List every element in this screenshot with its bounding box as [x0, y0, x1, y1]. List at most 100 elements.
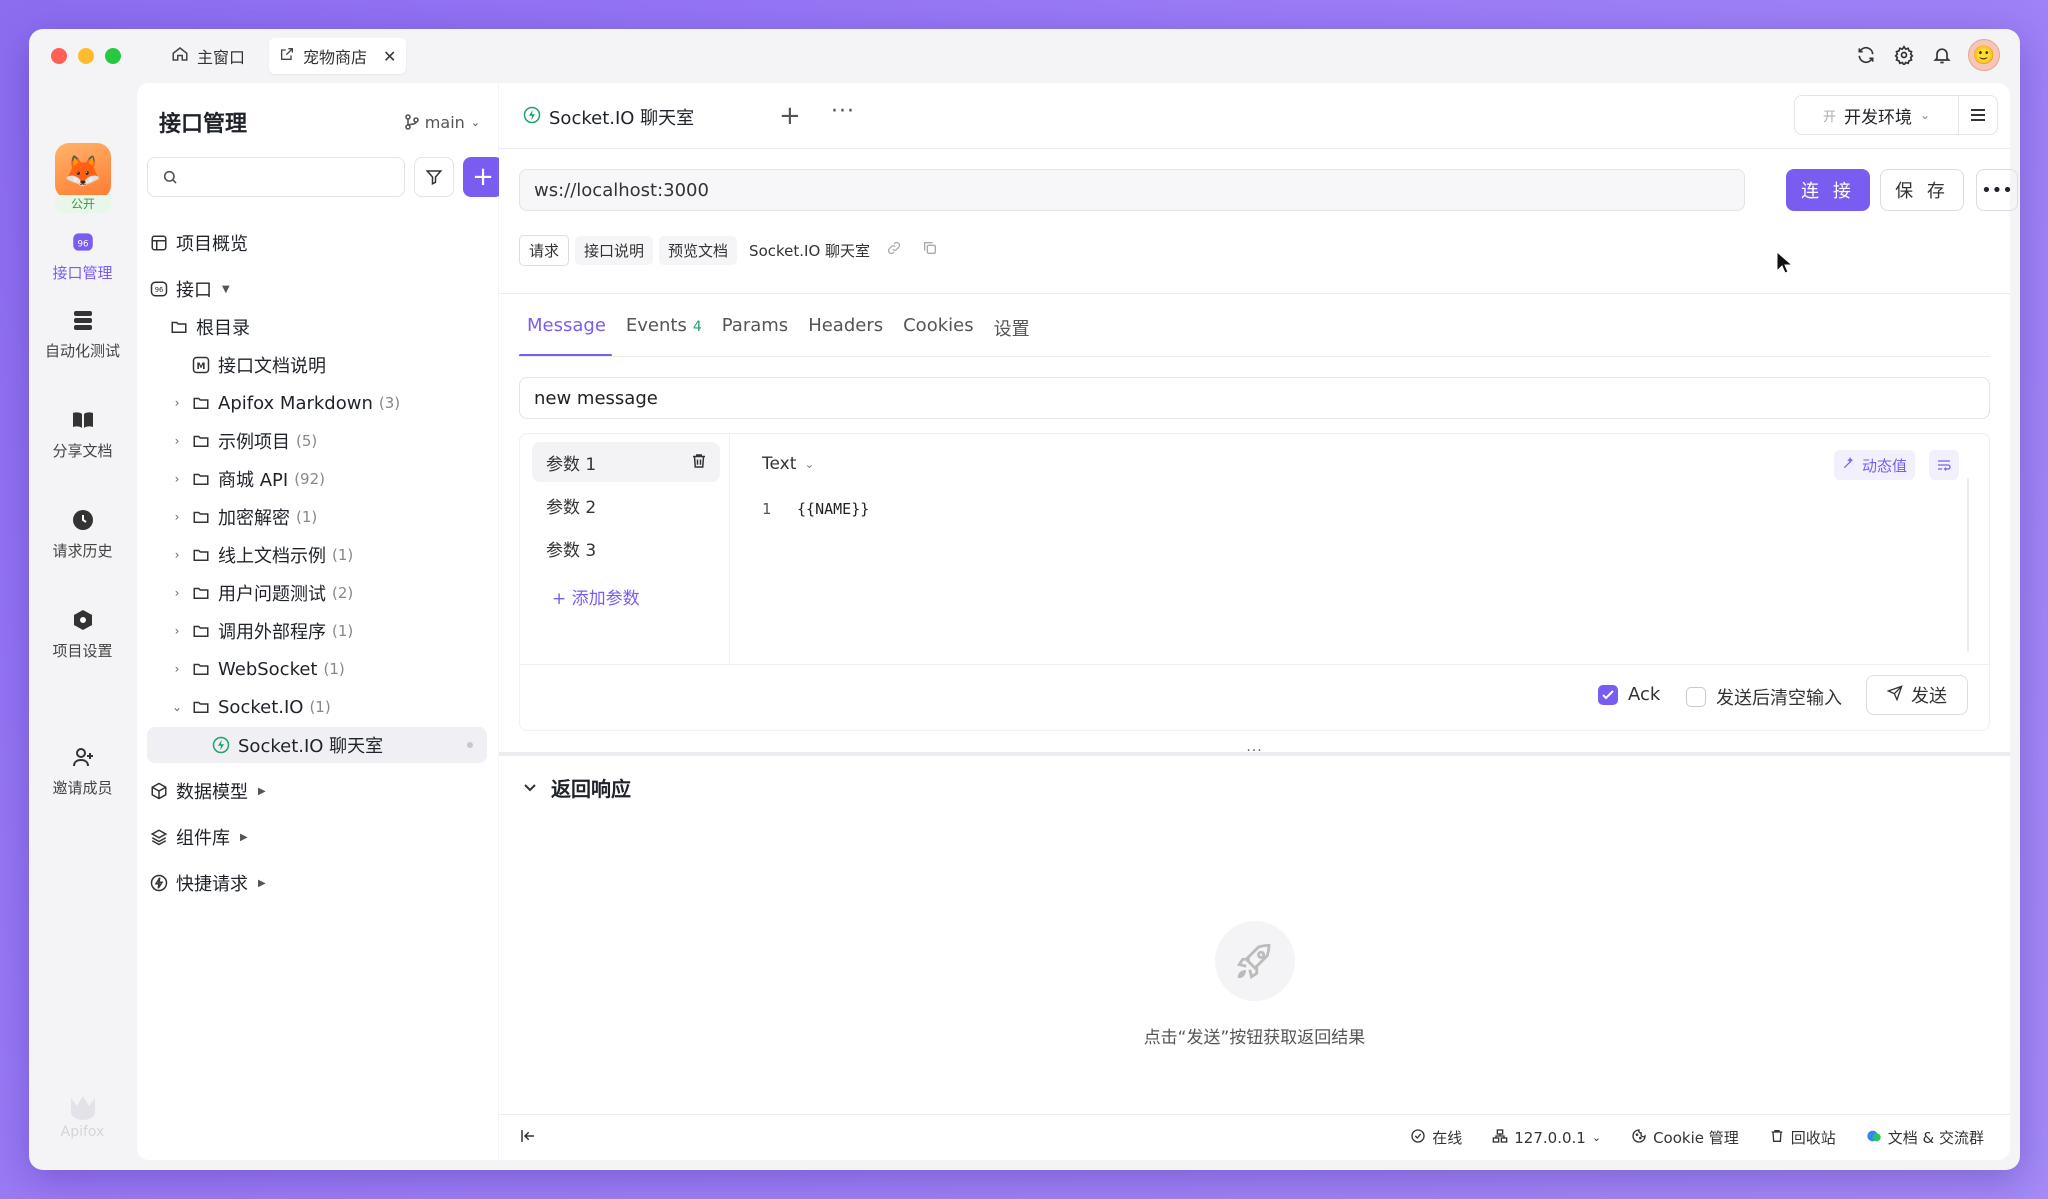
tree-folder[interactable]: › WebSocket (1) [169, 651, 345, 687]
window-controls [51, 48, 121, 64]
rail-item-automation[interactable]: 自动化测试 [29, 306, 136, 361]
chevron-right-icon: › [174, 396, 180, 410]
online-status[interactable]: 在线 [1410, 1127, 1462, 1148]
network-selector[interactable]: 127.0.0.1 ⌄ [1492, 1127, 1601, 1148]
user-avatar[interactable]: 🙂 [1968, 39, 2000, 71]
url-input[interactable]: ws://localhost:3000 [519, 169, 1745, 211]
tab-message[interactable]: Message [519, 315, 618, 357]
resize-handle[interactable]: ··· [499, 743, 2010, 759]
search-input[interactable] [186, 167, 386, 187]
link-icon[interactable] [886, 240, 902, 260]
tree-folder[interactable]: › 商城 API (92) [169, 461, 325, 497]
panel-splitter[interactable] [499, 752, 2010, 756]
message-tabs: Message Events 4 Params Headers Cookies 设… [519, 315, 1042, 357]
code-editor[interactable]: Text ⌄ 动态值 1 {{NAME}} [730, 434, 1969, 664]
save-button[interactable]: 保 存 [1880, 169, 1964, 211]
tree-folder[interactable]: ⌄ Socket.IO (1) [169, 689, 331, 725]
magic-wand-icon [1842, 456, 1856, 474]
tree-section-quick-request[interactable]: 快捷请求 ▶ [149, 865, 266, 901]
tab-cookies[interactable]: Cookies [895, 315, 985, 355]
rail-item-share-docs[interactable]: 分享文档 [29, 406, 136, 461]
svg-text:M: M [197, 362, 206, 372]
tab-settings[interactable]: 设置 [986, 315, 1042, 355]
rail-item-invite-members[interactable]: 邀请成员 [29, 743, 136, 798]
status-bar: 在线 127.0.0.1 ⌄ Cookie 管理 回收站 文档 & 交流群 [499, 1114, 2010, 1160]
environment-selector[interactable]: 开 开发环境 ⌄ [1794, 95, 1998, 135]
editor-scrollbar[interactable] [1967, 478, 1969, 652]
window-tab-home[interactable]: 主窗口 [161, 38, 255, 74]
window-tab-pet-store[interactable]: 宠物商店 ✕ [269, 38, 407, 74]
subtab-request[interactable]: 请求 [519, 234, 570, 266]
close-window-button[interactable] [51, 48, 67, 64]
tree-folder[interactable]: › 用户问题测试 (2) [169, 575, 354, 611]
tree-folder[interactable]: › 示例项目 (5) [169, 423, 318, 459]
content-type-select[interactable]: Text ⌄ [762, 454, 814, 474]
new-tab-button[interactable]: + [779, 101, 801, 131]
send-button[interactable]: 发送 [1866, 675, 1968, 715]
tree-item-api[interactable]: 96 接口 ▼ [149, 271, 230, 307]
project-logo-icon[interactable]: 🦊 [55, 143, 111, 199]
connect-button[interactable]: 连 接 [1786, 169, 1870, 211]
tree-folder[interactable]: › Apifox Markdown (3) [169, 385, 401, 421]
tree-folder[interactable]: › 线上文档示例 (1) [169, 537, 354, 573]
settings-icon[interactable] [1892, 43, 1916, 67]
environment-dropdown[interactable]: 开 开发环境 ⌄ [1795, 96, 1959, 134]
cookie-manager[interactable]: Cookie 管理 [1631, 1127, 1739, 1148]
dynamic-value-button[interactable]: 动态值 [1833, 450, 1915, 480]
more-actions-button[interactable]: ••• [1976, 169, 2018, 211]
tree-folder[interactable]: › 调用外部程序 (1) [169, 613, 354, 649]
param-item[interactable]: 参数 3 [532, 528, 720, 568]
param-item[interactable]: 参数 1 [532, 442, 720, 482]
cookie-icon [1631, 1128, 1647, 1148]
ack-checkbox[interactable]: Ack [1598, 684, 1660, 705]
rail-item-project-settings[interactable]: 项目设置 [29, 606, 136, 661]
chevron-right-icon: › [174, 510, 180, 524]
tree-section-components[interactable]: 组件库 ▶ [149, 819, 248, 855]
tab-more-icon[interactable]: ··· [831, 99, 855, 124]
docs-community[interactable]: 文档 & 交流群 [1866, 1127, 1984, 1148]
tree-item-root-dir[interactable]: 根目录 [169, 309, 250, 345]
bell-icon[interactable] [1930, 43, 1954, 67]
tree-section-data-model[interactable]: 数据模型 ▶ [149, 773, 266, 809]
param-item[interactable]: 参数 2 [532, 485, 720, 525]
tree-folder[interactable]: › 加密解密 (1) [169, 499, 318, 535]
tree-item-overview[interactable]: 项目概览 [149, 225, 248, 261]
add-param-button[interactable]: + 添加参数 [552, 584, 640, 609]
branch-selector[interactable]: main ⌄ [404, 113, 480, 132]
tree-item-socketio-chatroom[interactable]: Socket.IO 聊天室 [147, 727, 487, 763]
subtab-api-doc[interactable]: 接口说明 [575, 235, 654, 265]
tab-headers[interactable]: Headers [800, 315, 895, 355]
event-name-input[interactable]: new message [519, 377, 1990, 419]
sync-icon[interactable] [1854, 43, 1878, 67]
window-tab-label: 主窗口 [197, 48, 246, 67]
filter-button[interactable] [414, 157, 454, 197]
folder-icon [191, 583, 211, 603]
rail-item-history[interactable]: 请求历史 [29, 506, 136, 561]
close-tab-icon[interactable]: ✕ [383, 47, 396, 66]
doc-tab-socketio[interactable]: Socket.IO 聊天室 [511, 93, 733, 143]
tab-events[interactable]: Events 4 [618, 315, 714, 355]
subtab-preview-doc[interactable]: 预览文档 [659, 235, 738, 265]
caret-right-icon: ▶ [258, 877, 266, 889]
response-header[interactable]: 返回响应 [523, 773, 631, 802]
rail-item-label: 接口管理 [52, 264, 113, 282]
add-button[interactable]: + [463, 157, 503, 197]
collapse-sidebar-icon[interactable] [519, 1127, 537, 1150]
chevron-right-icon: › [174, 586, 180, 600]
maximize-window-button[interactable] [105, 48, 121, 64]
rail-item-api-management[interactable]: 96 接口管理 [29, 228, 136, 283]
folder-icon [191, 659, 211, 679]
word-wrap-icon[interactable] [1929, 450, 1959, 480]
response-hint: 点击“发送”按钮获取返回结果 [1143, 1028, 1366, 1048]
tab-params[interactable]: Params [714, 315, 800, 355]
clear-after-send-checkbox[interactable]: 发送后清空输入 [1686, 684, 1842, 710]
lightning-icon [149, 873, 169, 893]
copy-icon[interactable] [922, 240, 938, 260]
caret-right-icon: ▶ [258, 785, 266, 797]
trash-icon[interactable] [690, 452, 708, 475]
tree-item-doc-markdown[interactable]: M 接口文档说明 [191, 347, 326, 383]
environment-menu-button[interactable] [1959, 107, 1997, 123]
trash-bin[interactable]: 回收站 [1769, 1127, 1836, 1148]
search-field[interactable] [147, 157, 405, 197]
minimize-window-button[interactable] [78, 48, 94, 64]
